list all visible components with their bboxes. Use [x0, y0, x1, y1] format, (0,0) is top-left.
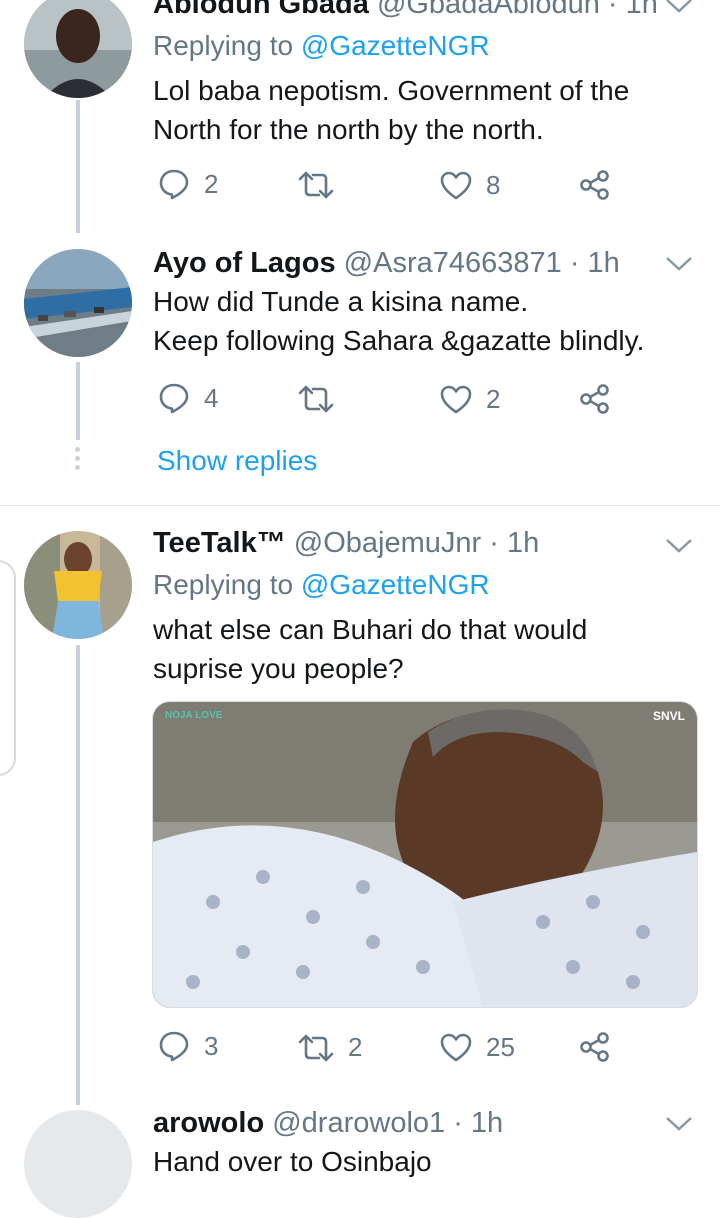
divider: [0, 505, 720, 506]
avatar-ayo[interactable]: [24, 249, 132, 357]
retweet-icon: [298, 1034, 334, 1061]
like-button[interactable]: 25: [440, 1032, 515, 1063]
tweet-header: Ayo of Lagos @Asra74663871 · 1h: [153, 246, 620, 280]
tweet-text: How did Tunde a kisina name. Keep follow…: [153, 286, 645, 356]
reply-count: 2: [204, 168, 219, 199]
user-handle[interactable]: @ObajemuJnr: [294, 527, 481, 559]
timestamp: · 1h: [599, 0, 658, 20]
heart-icon: [440, 171, 472, 199]
timestamp: · 1h: [481, 527, 540, 559]
share-button[interactable]: [579, 1031, 611, 1063]
chevron-down-icon[interactable]: [664, 536, 694, 556]
timestamp: · 1h: [445, 1107, 504, 1139]
chevron-down-icon[interactable]: [664, 1114, 694, 1134]
display-name[interactable]: TeeTalk™: [153, 527, 286, 559]
tweet-text: Lol baba nepotism. Government of the Nor…: [153, 75, 630, 145]
replying-to: Replying to @GazetteNGR: [153, 30, 490, 61]
reply-count: 4: [204, 382, 219, 413]
watermark-right: SNVL: [653, 709, 685, 723]
tweet-text: what else can Buhari do that would supri…: [153, 614, 588, 684]
media-photo: NOJA LOVE SNVL: [153, 702, 697, 1007]
avatar-image: [24, 249, 132, 357]
share-button[interactable]: [579, 383, 611, 415]
user-handle[interactable]: @GbadaAbiodun: [377, 0, 600, 20]
like-count: 8: [486, 170, 501, 200]
reply-icon: [159, 169, 189, 200]
avatar-image: [24, 0, 132, 98]
like-count: 25: [486, 1032, 515, 1062]
tweet-media-image[interactable]: NOJA LOVE SNVL: [152, 701, 698, 1008]
reply-icon: [159, 1031, 189, 1062]
side-panel-edge: [0, 560, 16, 776]
share-icon: [580, 170, 609, 200]
reply-icon: [159, 383, 189, 414]
like-count: 2: [486, 384, 501, 414]
tweet-header: arowolo @drarowolo1 · 1h: [153, 1106, 503, 1140]
retweet-icon: [298, 385, 334, 413]
mention-link[interactable]: @GazetteNGR: [301, 569, 490, 600]
thread-line: [76, 645, 80, 1105]
avatar-teetalk[interactable]: [24, 531, 132, 639]
heart-icon: [440, 385, 472, 413]
reply-button[interactable]: 2: [158, 168, 218, 200]
thread-line: [76, 100, 80, 233]
avatar-abiodun[interactable]: [24, 0, 132, 98]
tweet-header: TeeTalk™ @ObajemuJnr · 1h: [153, 526, 539, 560]
tweet-header: Abiodun Gbada @GbadaAbiodun · 1h: [153, 0, 658, 21]
retweet-count: 2: [348, 1032, 363, 1062]
share-icon: [580, 1032, 609, 1062]
replying-to: Replying to @GazetteNGR: [153, 569, 490, 600]
retweet-button[interactable]: [298, 384, 334, 414]
retweet-icon: [298, 171, 334, 199]
more-replies-dots: [75, 447, 81, 474]
user-handle[interactable]: @Asra74663871: [344, 247, 562, 279]
like-button[interactable]: 8: [440, 170, 500, 201]
heart-icon: [440, 1033, 472, 1061]
share-icon: [580, 384, 609, 414]
mention-link[interactable]: @GazetteNGR: [301, 30, 490, 61]
retweet-button[interactable]: 2: [298, 1032, 362, 1063]
chevron-down-icon[interactable]: [664, 0, 694, 16]
like-button[interactable]: 2: [440, 384, 500, 415]
chevron-down-icon[interactable]: [664, 254, 694, 274]
retweet-button[interactable]: [298, 170, 334, 200]
watermark-left: NOJA LOVE: [165, 710, 223, 721]
reply-button[interactable]: 4: [158, 382, 218, 414]
tweet-text: Hand over to Osinbajo: [153, 1146, 432, 1177]
reply-count: 3: [204, 1030, 219, 1061]
avatar-image: [24, 531, 132, 639]
user-handle[interactable]: @drarowolo1: [272, 1107, 445, 1139]
timestamp: · 1h: [561, 247, 620, 279]
display-name[interactable]: Abiodun Gbada: [153, 0, 369, 20]
display-name[interactable]: arowolo: [153, 1107, 264, 1139]
avatar-arowolo[interactable]: [24, 1110, 132, 1218]
show-replies-link[interactable]: Show replies: [157, 443, 317, 479]
share-button[interactable]: [579, 169, 611, 201]
thread-line: [76, 362, 80, 440]
display-name[interactable]: Ayo of Lagos: [153, 247, 336, 279]
reply-button[interactable]: 3: [158, 1030, 218, 1062]
